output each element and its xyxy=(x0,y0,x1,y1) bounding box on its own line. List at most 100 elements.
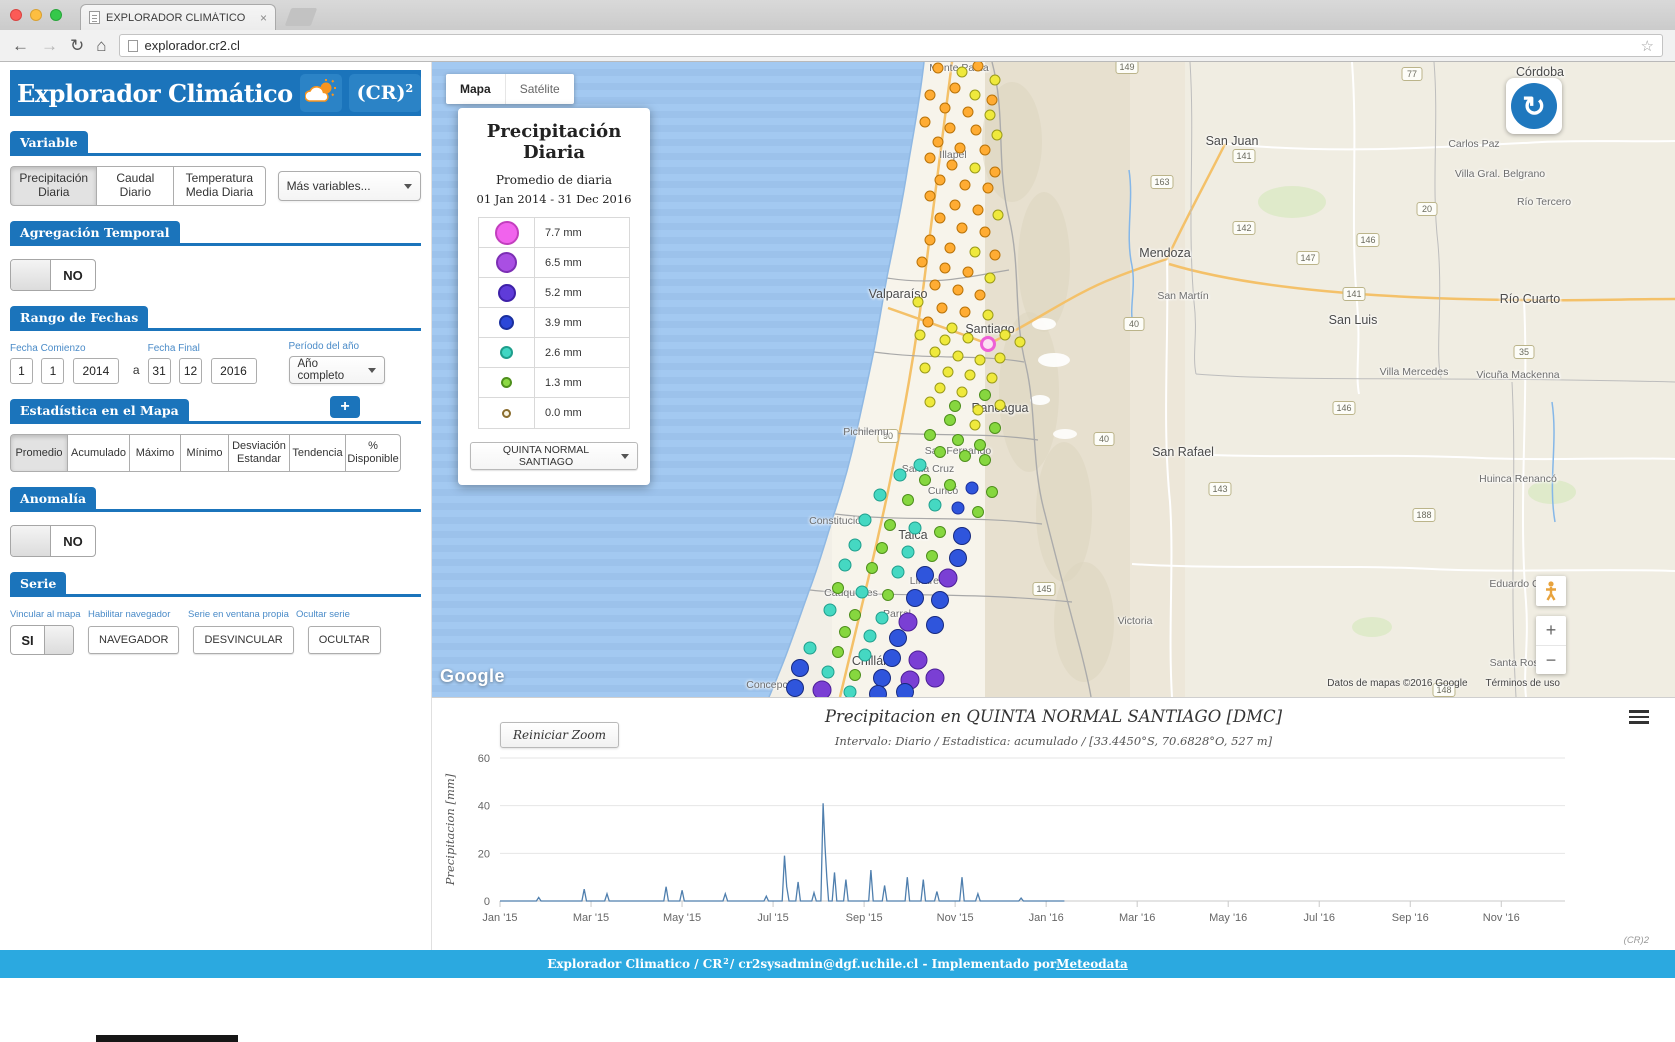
vincular-toggle[interactable]: SI xyxy=(10,625,74,655)
station-dot[interactable] xyxy=(940,103,951,114)
station-dot[interactable] xyxy=(947,160,958,171)
close-window-button[interactable] xyxy=(10,9,22,21)
station-dot[interactable] xyxy=(979,389,991,401)
station-dot[interactable] xyxy=(915,330,926,341)
station-dot[interactable] xyxy=(926,550,938,562)
station-dot[interactable] xyxy=(824,604,837,617)
station-dot[interactable] xyxy=(973,205,984,216)
station-dot[interactable] xyxy=(791,659,809,677)
ocultar-button[interactable]: OCULTAR xyxy=(308,626,381,655)
station-dot[interactable] xyxy=(930,280,941,291)
station-dot[interactable] xyxy=(786,679,804,697)
url-input[interactable] xyxy=(145,38,1634,53)
station-dot[interactable] xyxy=(983,310,994,321)
navegador-button[interactable]: NAVEGADOR xyxy=(88,626,179,655)
start-year-input[interactable] xyxy=(73,358,119,384)
station-dot[interactable] xyxy=(889,629,907,647)
station-dot[interactable] xyxy=(993,210,1004,221)
station-dot[interactable] xyxy=(869,685,887,697)
chart-menu-icon[interactable] xyxy=(1629,710,1649,727)
stat-acumulado-button[interactable]: Acumulado xyxy=(67,434,129,472)
station-dot[interactable] xyxy=(923,317,934,328)
station-dot[interactable] xyxy=(952,434,964,446)
address-bar[interactable]: ☆ xyxy=(119,34,1663,57)
station-dot[interactable] xyxy=(839,626,851,638)
station-dot[interactable] xyxy=(909,522,922,535)
precipitation-chart[interactable]: 0204060Jan '15Mar '15May '15Jul '15Sep '… xyxy=(432,750,1675,945)
station-dot[interactable] xyxy=(963,267,974,278)
minimize-window-button[interactable] xyxy=(30,9,42,21)
station-dot[interactable] xyxy=(985,110,996,121)
station-dot[interactable] xyxy=(947,323,958,334)
stat-tendencia-button[interactable]: Tendencia xyxy=(289,434,345,472)
station-dot[interactable] xyxy=(859,649,872,662)
station-dot[interactable] xyxy=(952,502,965,515)
station-dot[interactable] xyxy=(939,569,958,588)
station-dot[interactable] xyxy=(925,235,936,246)
station-dot[interactable] xyxy=(892,566,905,579)
new-tab-button[interactable] xyxy=(285,8,318,26)
station-dot[interactable] xyxy=(925,153,936,164)
station-dot[interactable] xyxy=(995,400,1006,411)
station-dot[interactable] xyxy=(822,666,835,679)
station-dot[interactable] xyxy=(974,439,986,451)
map-mode-button[interactable]: Mapa xyxy=(446,74,505,104)
station-dot[interactable] xyxy=(980,227,991,238)
station-dot[interactable] xyxy=(972,506,984,518)
station-dot[interactable] xyxy=(849,609,861,621)
station-dot[interactable] xyxy=(960,180,971,191)
end-month-input[interactable] xyxy=(179,358,202,384)
station-dot[interactable] xyxy=(945,243,956,254)
zoom-in-button[interactable]: + xyxy=(1536,616,1566,645)
station-dot[interactable] xyxy=(950,200,961,211)
station-dot[interactable] xyxy=(926,669,945,688)
station-dot[interactable] xyxy=(970,90,981,101)
station-dot[interactable] xyxy=(953,285,964,296)
station-dot[interactable] xyxy=(920,363,931,374)
station-dot[interactable] xyxy=(844,686,857,698)
station-dot[interactable] xyxy=(849,669,861,681)
station-dot[interactable] xyxy=(953,351,964,362)
station-dot[interactable] xyxy=(933,137,944,148)
meteodata-link[interactable]: Meteodata xyxy=(1056,957,1128,971)
home-button[interactable]: ⌂ xyxy=(96,37,106,54)
map-refresh-button[interactable]: ↻ xyxy=(1506,78,1562,134)
station-dot[interactable] xyxy=(949,400,961,412)
anomalia-toggle[interactable]: NO xyxy=(10,525,96,557)
station-dot[interactable] xyxy=(944,414,956,426)
station-dot[interactable] xyxy=(935,175,946,186)
station-dot[interactable] xyxy=(963,107,974,118)
stat-maximo-button[interactable]: Máximo xyxy=(129,434,180,472)
station-dot[interactable] xyxy=(866,562,878,574)
station-dot[interactable] xyxy=(1000,330,1011,341)
station-dot[interactable] xyxy=(933,63,944,74)
station-dot[interactable] xyxy=(925,191,936,202)
station-dot[interactable] xyxy=(960,307,971,318)
station-dot[interactable] xyxy=(987,95,998,106)
station-dot[interactable] xyxy=(979,454,991,466)
station-dot[interactable] xyxy=(924,429,936,441)
station-dot[interactable] xyxy=(813,681,832,698)
station-dot[interactable] xyxy=(926,616,944,634)
station-dot[interactable] xyxy=(856,586,869,599)
station-dot[interactable] xyxy=(949,549,967,567)
station-dot[interactable] xyxy=(990,250,1001,261)
station-dot[interactable] xyxy=(913,297,924,308)
station-dot[interactable] xyxy=(957,387,968,398)
station-dot[interactable] xyxy=(930,347,941,358)
station-dot[interactable] xyxy=(839,559,852,572)
station-dot[interactable] xyxy=(934,526,946,538)
station-dot[interactable] xyxy=(955,143,966,154)
station-dot[interactable] xyxy=(874,489,887,502)
station-dot[interactable] xyxy=(987,373,998,384)
station-dot[interactable] xyxy=(906,589,924,607)
station-dot[interactable] xyxy=(963,333,974,344)
station-dot[interactable] xyxy=(931,591,949,609)
station-dot[interactable] xyxy=(975,290,986,301)
station-dot[interactable] xyxy=(884,519,896,531)
station-dot[interactable] xyxy=(980,145,991,156)
station-dot[interactable] xyxy=(929,499,942,512)
station-dot[interactable] xyxy=(945,123,956,134)
station-dot[interactable] xyxy=(953,527,971,545)
station-dot[interactable] xyxy=(917,257,928,268)
